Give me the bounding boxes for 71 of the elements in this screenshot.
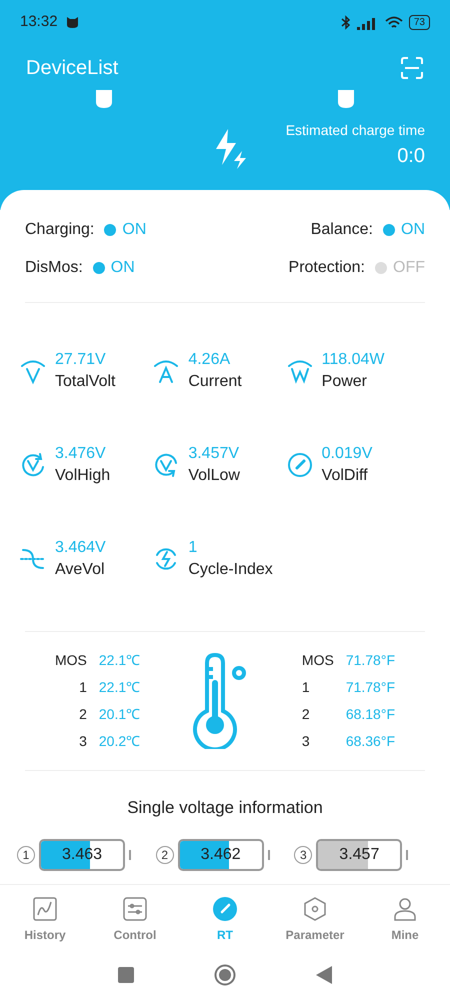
- sensor-name: MOS: [302, 651, 334, 670]
- header-title[interactable]: DeviceList: [26, 52, 118, 82]
- temperature-value: 68.18°F: [346, 705, 395, 724]
- nav-tab[interactable]: Parameter: [275, 896, 355, 944]
- temperature-value: 68.36°F: [346, 732, 395, 751]
- switch-label: Protection:: [288, 258, 365, 278]
- metric-label: VolHigh: [55, 466, 110, 486]
- switch-label: Balance:: [310, 220, 373, 240]
- sensor-name: 3: [302, 732, 311, 751]
- cell-number: 1: [17, 846, 35, 864]
- status-indicator: ON: [383, 218, 425, 242]
- temperature-value: 22.1℃: [98, 678, 140, 697]
- fast-charge-icon: [214, 129, 248, 169]
- metric-label: Cycle-Index: [188, 560, 273, 580]
- charge-time-value: 0:0: [397, 144, 425, 169]
- temperature-value: 22.1℃: [98, 651, 140, 670]
- metric-label: AveVol: [55, 560, 106, 580]
- section-title: Single voltage information: [126, 797, 324, 819]
- metric-value: 1: [188, 538, 198, 558]
- nav-tab[interactable]: RT: [185, 896, 265, 944]
- metric-value: 118.04W: [322, 350, 385, 370]
- metric-label: Current: [188, 372, 242, 392]
- status-indicator: ON: [92, 256, 135, 280]
- scan-icon[interactable]: [400, 56, 424, 80]
- nav-tab[interactable]: History: [5, 896, 85, 944]
- gauge-end-drawing: [96, 90, 112, 108]
- metric-label: Power: [322, 372, 368, 392]
- wifi-icon: [384, 16, 403, 30]
- temperature-value: 71.78°F: [346, 651, 395, 670]
- sensor-name: 2: [302, 705, 311, 724]
- cell-voltage: 3.457: [339, 844, 380, 864]
- app-notification-icon: [66, 16, 79, 29]
- metric-value: 0.019V: [322, 444, 372, 464]
- metric-value: 3.476V: [55, 444, 107, 464]
- sensor-name: MOS: [55, 651, 87, 670]
- home-button[interactable]: [214, 964, 236, 986]
- metric-label: VolLow: [188, 466, 240, 486]
- cell-number: 2: [156, 846, 174, 864]
- nav-tab[interactable]: Mine: [365, 896, 445, 944]
- status-indicator: OFF: [375, 256, 425, 280]
- charge-time-label: Estimated charge time: [286, 121, 425, 140]
- metric-value: 3.457V: [188, 444, 240, 464]
- metric-value: 3.464V: [55, 538, 106, 558]
- switch-label: Charging:: [25, 220, 94, 240]
- person-icon: [392, 896, 418, 922]
- sensor-name: 1: [78, 678, 87, 697]
- battery-indicator: 73: [408, 15, 430, 30]
- status-time: 13:32: [20, 12, 58, 32]
- sensor-name: 3: [78, 732, 87, 751]
- sensor-name: 2: [78, 705, 87, 724]
- status-indicator: ON: [104, 218, 146, 242]
- metric-label: TotalVolt: [55, 372, 116, 392]
- hexagon-icon: [302, 896, 328, 922]
- gauge-icon: [212, 896, 238, 922]
- voltage-up-icon: [19, 451, 47, 479]
- gauge-icon: [286, 451, 314, 479]
- metric-value: 27.71V: [55, 350, 107, 370]
- temperature-value: 71.78°F: [346, 678, 395, 697]
- sensor-name: 1: [302, 678, 311, 697]
- bluetooth-icon: [340, 15, 351, 30]
- temperature-value: 20.1℃: [98, 705, 140, 724]
- temperature-value: 20.2℃: [98, 732, 140, 751]
- gauge-end-drawing: [338, 90, 354, 108]
- metric-label: VolDiff: [322, 466, 369, 486]
- back-button[interactable]: [316, 966, 332, 984]
- nav-tab[interactable]: Control: [95, 896, 175, 944]
- metric-value: 4.26A: [188, 350, 232, 370]
- sliders-icon: [122, 896, 148, 922]
- chart-icon: [32, 896, 58, 922]
- cell-number: 3: [294, 846, 312, 864]
- switch-label: DisMos:: [25, 258, 83, 278]
